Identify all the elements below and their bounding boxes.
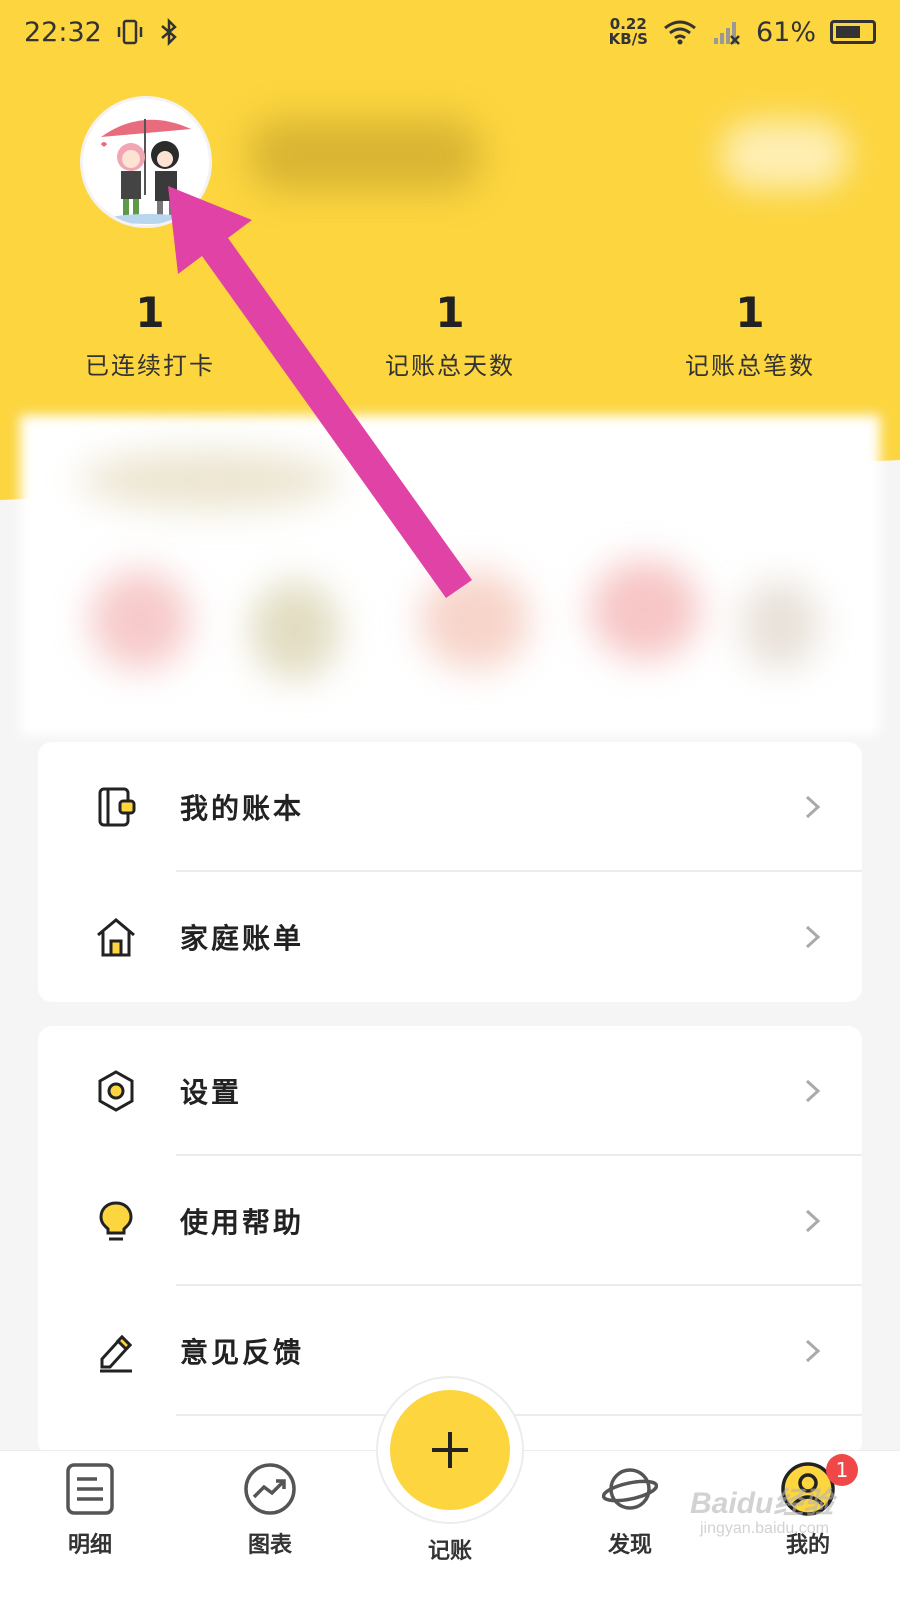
gear-icon [98, 1070, 134, 1112]
chevron-right-icon [805, 925, 821, 949]
vibrate-icon [117, 19, 143, 45]
stat-checkin-streak: 1 已连续打卡 [0, 288, 300, 381]
tab-charts[interactable]: 图表 [210, 1461, 330, 1559]
tab-label: 记账 [427, 1539, 472, 1564]
wallet-icon [98, 787, 136, 827]
stat-total-days: 1 记账总天数 [300, 288, 600, 381]
bluetooth-icon [161, 18, 177, 46]
wifi-icon [664, 20, 696, 45]
watermark-brand: Baidu经验 [690, 1487, 834, 1520]
house-icon [97, 918, 135, 957]
blur-blob [740, 580, 820, 670]
avatar-illustration [101, 119, 191, 224]
username-blurred [250, 120, 480, 190]
battery-percent: 61% [755, 16, 816, 48]
add-record-button[interactable] [390, 1390, 510, 1510]
chevron-right-icon [805, 1209, 821, 1233]
menu-item-family-bills[interactable]: 家庭账单 [38, 872, 862, 1002]
plus-icon [432, 1432, 468, 1468]
stat-label: 已连续打卡 [85, 352, 215, 380]
tab-record[interactable]: 记账 [390, 1523, 510, 1565]
tab-discover[interactable]: 发现 [570, 1461, 690, 1559]
header-action-blurred[interactable] [720, 120, 850, 190]
tab-details[interactable]: 明细 [30, 1461, 150, 1559]
divider [176, 1414, 862, 1416]
chart-icon [244, 1463, 296, 1515]
menu-card-books: 我的账本 家庭账单 [38, 742, 862, 1002]
list-icon [66, 1463, 114, 1515]
menu-item-help[interactable]: 使用帮助 [38, 1156, 862, 1286]
menu-item-settings[interactable]: 设置 [38, 1026, 862, 1156]
status-bar: 22:32 0.22 KB/S 61% [0, 0, 900, 64]
signal-icon [713, 22, 740, 45]
blur-blob [90, 570, 190, 670]
tab-label: 图表 [247, 1533, 292, 1558]
stat-label: 记账总笔数 [685, 352, 815, 380]
lightbulb-icon [99, 1201, 133, 1241]
battery-icon [830, 20, 876, 44]
stat-label: 记账总天数 [385, 352, 515, 380]
chevron-right-icon [805, 795, 821, 819]
watermark-url: jingyan.baidu.com [700, 1520, 829, 1537]
planet-icon [602, 1468, 658, 1510]
pencil-icon [100, 1334, 133, 1373]
menu-item-label: 意见反馈 [180, 1336, 305, 1369]
blur-blob [420, 570, 530, 670]
stats-row: 1 已连续打卡 1 记账总天数 1 记账总笔数 [0, 288, 900, 381]
menu-item-label: 使用帮助 [180, 1206, 305, 1239]
status-time: 22:32 [24, 16, 102, 48]
stat-value: 1 [135, 288, 165, 337]
avatar[interactable] [80, 96, 212, 228]
stat-value: 1 [735, 288, 765, 337]
blur-blob [250, 580, 340, 680]
stat-value: 1 [435, 288, 465, 337]
blur-blob [590, 560, 700, 660]
menu-item-label: 家庭账单 [180, 922, 305, 955]
menu-item-label: 我的账本 [180, 792, 305, 825]
blur-blob [80, 450, 340, 510]
tab-label: 明细 [67, 1533, 112, 1558]
chevron-right-icon [805, 1339, 821, 1363]
net-speed: 0.22 KB/S [608, 15, 648, 48]
menu-item-my-books[interactable]: 我的账本 [38, 742, 862, 872]
menu-item-label: 设置 [180, 1076, 243, 1109]
chevron-right-icon [805, 1079, 821, 1103]
stat-total-entries: 1 记账总笔数 [600, 288, 900, 381]
tab-label: 发现 [607, 1533, 652, 1558]
